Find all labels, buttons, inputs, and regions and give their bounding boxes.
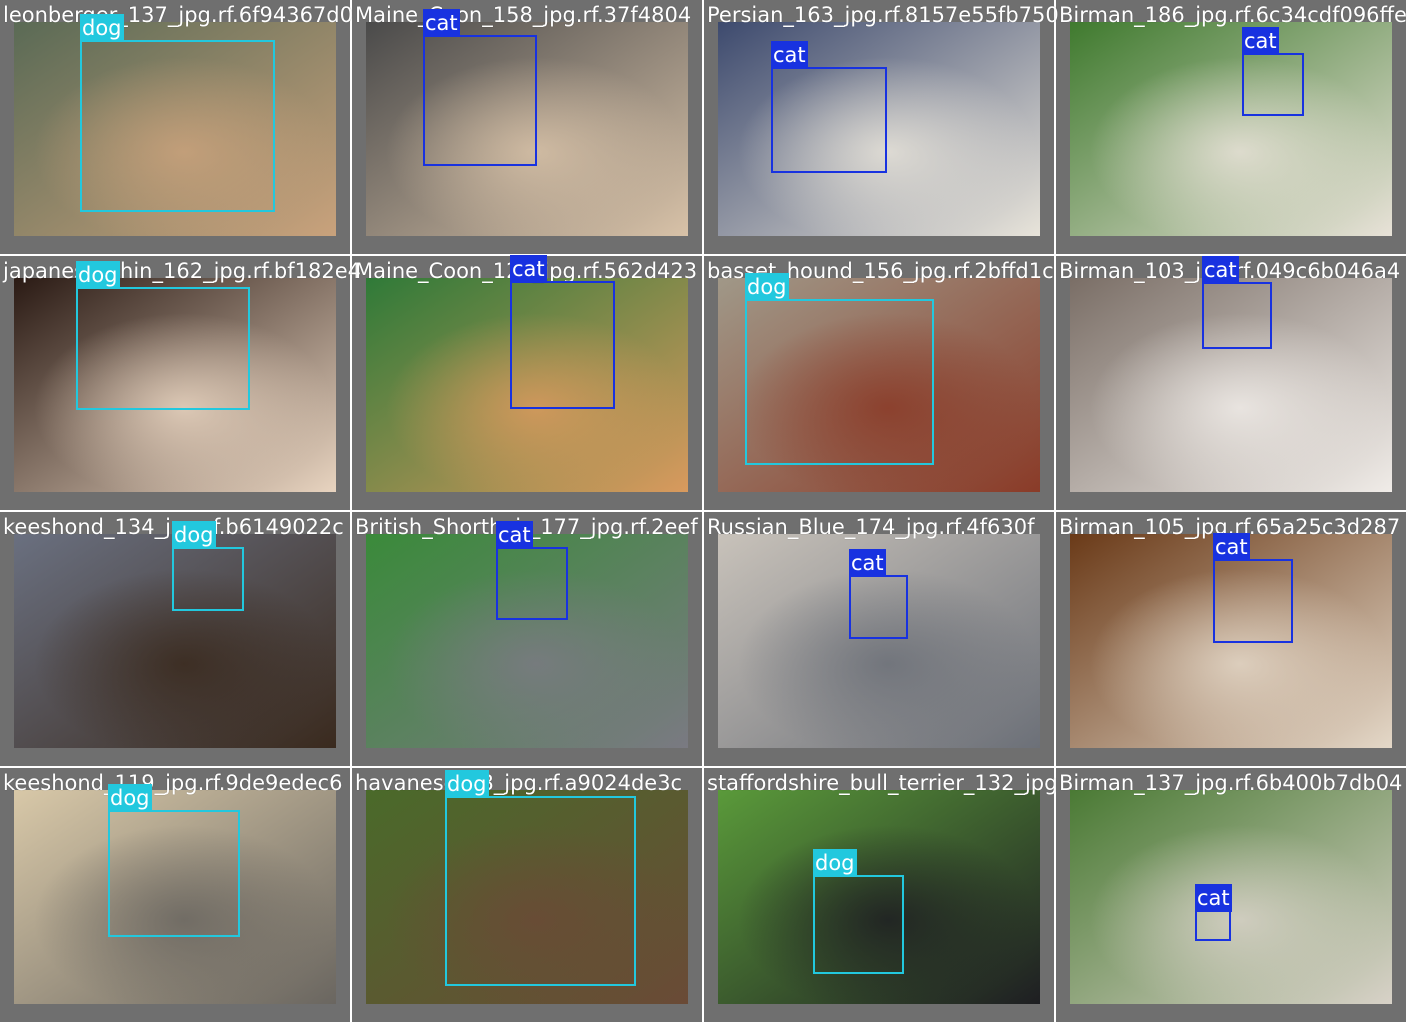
class-label: cat bbox=[510, 255, 547, 283]
image-tile[interactable]: havanese_18_jpg.rf.a9024de3c dog bbox=[352, 768, 704, 1024]
class-label: cat bbox=[1202, 256, 1239, 284]
image-tile[interactable]: Maine_Coon_158_jpg.rf.37f4804 cat bbox=[352, 0, 704, 256]
class-label: dog bbox=[745, 273, 789, 301]
class-label: dog bbox=[76, 261, 120, 289]
class-label: cat bbox=[1195, 884, 1232, 912]
image-tile[interactable]: keeshond_119_jpg.rf.9de9edec6 dog bbox=[0, 768, 352, 1024]
cat-bounding-box[interactable]: cat bbox=[1202, 256, 1272, 349]
cat-bounding-box[interactable]: cat bbox=[1242, 27, 1304, 116]
image-tile[interactable]: basset_hound_156_jpg.rf.2bffd1c dog bbox=[704, 256, 1056, 512]
cat-bounding-box[interactable]: cat bbox=[423, 9, 537, 166]
class-label: dog bbox=[445, 770, 489, 798]
class-label: cat bbox=[1213, 533, 1250, 561]
cat-bounding-box[interactable]: cat bbox=[1213, 533, 1293, 643]
image-tile[interactable]: Persian_163_jpg.rf.8157e55fb750 cat bbox=[704, 0, 1059, 256]
cat-bounding-box[interactable]: cat bbox=[496, 521, 568, 620]
dog-bounding-box[interactable]: dog bbox=[813, 849, 904, 974]
image-tile[interactable]: staffordshire_bull_terrier_132_jpg dog bbox=[704, 768, 1057, 1024]
class-label: dog bbox=[80, 14, 124, 42]
image-tile[interactable]: Birman_105_jpg.rf.65a25c3d287 cat bbox=[1056, 512, 1408, 768]
class-label: dog bbox=[108, 784, 152, 812]
class-label: dog bbox=[172, 521, 216, 549]
dog-bounding-box[interactable]: dog bbox=[80, 14, 275, 212]
dog-bounding-box[interactable]: dog bbox=[108, 784, 240, 937]
class-label: dog bbox=[813, 849, 857, 877]
dog-bounding-box[interactable]: dog bbox=[76, 261, 250, 410]
class-label: cat bbox=[771, 41, 808, 69]
image-tile[interactable]: Maine_Coon_123_jpg.rf.562d423cat bbox=[352, 255, 704, 512]
cat-bounding-box[interactable]: cat bbox=[1195, 884, 1232, 941]
image-tile[interactable]: leonberger_137_jpg.rf.6f94367d0 dog bbox=[0, 0, 353, 256]
image-tile[interactable]: Birman_137_jpg.rf.6b400b7db04 cat bbox=[1056, 768, 1408, 1024]
image-tile[interactable]: Birman_103_jpg.rf.049c6b046a4cat bbox=[1056, 256, 1408, 512]
image-tile[interactable]: Birman_186_jpg.rf.6c34cdf096ffe cat bbox=[1056, 0, 1408, 256]
image-tile[interactable]: Russian_Blue_174_jpg.rf.4f630f cat bbox=[704, 512, 1056, 768]
dog-bounding-box[interactable]: dog bbox=[172, 521, 244, 611]
class-label: cat bbox=[496, 521, 533, 549]
cat-bounding-box[interactable]: cat bbox=[849, 549, 908, 639]
class-label: cat bbox=[849, 549, 886, 577]
image-tile[interactable]: japanese_chin_162_jpg.rf.bf182e4 dog bbox=[0, 256, 361, 512]
class-label: cat bbox=[1242, 27, 1279, 55]
detection-grid: leonberger_137_jpg.rf.6f94367d0 dog Maine_… bbox=[0, 0, 1408, 1024]
pet-photo bbox=[1070, 22, 1392, 236]
class-label: cat bbox=[423, 9, 460, 37]
dog-bounding-box[interactable]: dog bbox=[445, 770, 636, 986]
dog-bounding-box[interactable]: dog bbox=[745, 273, 934, 465]
cat-bounding-box[interactable]: cat bbox=[771, 41, 887, 173]
image-tile[interactable]: British_Shorthair_177_jpg.rf.2eefcat bbox=[352, 512, 704, 768]
cat-bounding-box[interactable]: cat bbox=[510, 255, 615, 409]
image-tile[interactable]: keeshond_134_jpg.rf.b6149022cdog bbox=[0, 512, 352, 768]
